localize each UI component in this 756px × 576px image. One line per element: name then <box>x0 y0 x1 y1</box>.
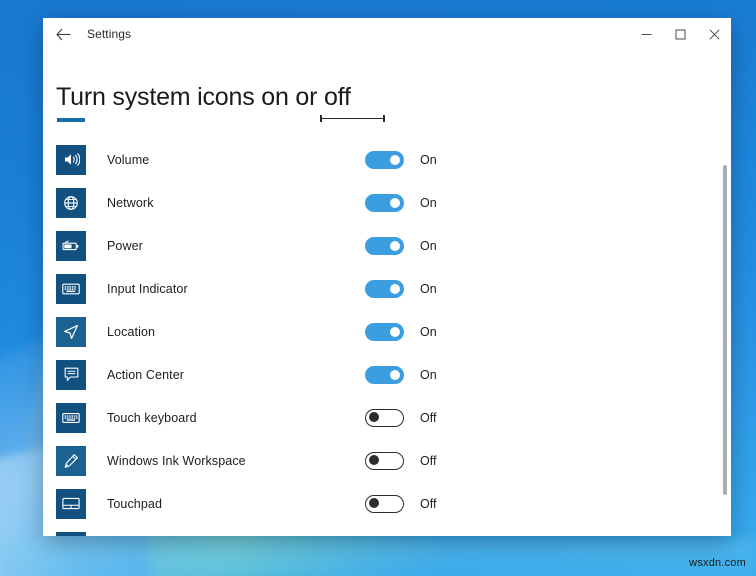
icon-tile <box>56 230 86 261</box>
row-control: On <box>365 236 437 255</box>
touchpad-icon <box>62 497 80 510</box>
scrollbar-thumb[interactable] <box>723 165 727 495</box>
windows-ink-pen-icon <box>63 453 79 469</box>
app-title: Settings <box>87 27 132 41</box>
list-item[interactable]: Touch keyboard Off <box>43 396 731 439</box>
icon-tile <box>56 445 86 476</box>
annotation-underline <box>320 115 385 122</box>
toggle-state-label: On <box>420 238 437 253</box>
toggle-knob <box>390 369 400 380</box>
list-item-label: Touch keyboard <box>107 410 197 425</box>
toggle-knob <box>390 154 400 165</box>
row-control: On <box>365 150 437 169</box>
list-item-label: Action Center <box>107 367 185 382</box>
list-item[interactable]: Input Indicator On <box>43 267 731 310</box>
location-arrow-icon <box>63 324 79 340</box>
power-battery-icon <box>62 239 80 252</box>
list-item-label: Power <box>107 238 143 253</box>
page-title: Turn system icons on or off <box>56 83 351 111</box>
close-button[interactable] <box>697 18 731 50</box>
toggle-state-label: Off <box>420 410 437 425</box>
icon-tile <box>56 316 86 347</box>
list-item[interactable]: Location On <box>43 310 731 353</box>
desktop-background: wsxdn.com Settings Turn system icons on … <box>0 0 756 576</box>
row-control: Off <box>365 451 437 470</box>
volume-icon <box>63 152 80 167</box>
list-item-label: Network <box>107 195 154 210</box>
toggle-switch[interactable] <box>365 322 404 341</box>
toggle-switch[interactable] <box>365 193 404 212</box>
icon-tile <box>56 531 86 536</box>
touch-keyboard-icon <box>62 412 80 424</box>
list-item[interactable]: Power On <box>43 224 731 267</box>
list-item[interactable]: Microphone On <box>43 525 731 536</box>
row-control: Off <box>365 408 437 427</box>
list-item-label: Touchpad <box>107 496 163 511</box>
list-item-label: Location <box>107 324 156 339</box>
toggle-knob <box>369 455 379 466</box>
toggle-switch[interactable] <box>365 279 404 298</box>
maximize-icon <box>675 29 686 40</box>
row-control: Off <box>365 494 437 513</box>
toggle-knob <box>390 240 400 251</box>
toggle-knob <box>390 326 400 337</box>
toggle-state-label: On <box>420 324 437 339</box>
list-item[interactable]: Action Center On <box>43 353 731 396</box>
action-center-icon <box>64 367 79 382</box>
input-indicator-icon <box>62 283 80 295</box>
system-icons-list: Volume On Network On Power On Input Indi… <box>43 138 731 536</box>
list-item-label: Input Indicator <box>107 281 188 296</box>
title-bar: Settings <box>43 18 731 50</box>
icon-tile <box>56 359 86 390</box>
back-arrow-icon <box>55 28 71 41</box>
list-item-label: Volume <box>107 152 150 167</box>
icon-tile <box>56 187 86 218</box>
row-control: On <box>365 322 437 341</box>
icon-tile <box>56 273 86 304</box>
list-item[interactable]: Touchpad Off <box>43 482 731 525</box>
list-item[interactable]: Volume On <box>43 138 731 181</box>
window-controls <box>629 18 731 50</box>
minimize-icon <box>641 29 652 40</box>
toggle-switch[interactable] <box>365 408 404 427</box>
toggle-state-label: On <box>420 281 437 296</box>
toggle-state-label: Off <box>420 496 437 511</box>
maximize-button[interactable] <box>663 18 697 50</box>
toggle-switch[interactable] <box>365 150 404 169</box>
toggle-knob <box>390 197 400 208</box>
icon-tile <box>56 402 86 433</box>
back-button[interactable] <box>43 18 83 50</box>
toggle-state-label: On <box>420 152 437 167</box>
row-control: On <box>365 279 437 298</box>
heading-accent-bar <box>57 118 85 122</box>
toggle-switch[interactable] <box>365 451 404 470</box>
list-item[interactable]: Windows Ink Workspace Off <box>43 439 731 482</box>
settings-window: Settings Turn system icons on or off Vol… <box>43 18 731 536</box>
toggle-knob <box>369 412 379 423</box>
row-control: On <box>365 365 437 384</box>
toggle-state-label: On <box>420 195 437 210</box>
toggle-knob <box>390 283 400 294</box>
row-control: On <box>365 193 437 212</box>
wallpaper-ribbon <box>0 540 756 576</box>
site-watermark: wsxdn.com <box>689 557 746 569</box>
toggle-switch[interactable] <box>365 494 404 513</box>
close-icon <box>708 28 720 40</box>
toggle-state-label: On <box>420 367 437 382</box>
list-item[interactable]: Network On <box>43 181 731 224</box>
toggle-switch[interactable] <box>365 236 404 255</box>
vertical-scrollbar[interactable] <box>723 143 727 532</box>
toggle-switch[interactable] <box>365 365 404 384</box>
icon-tile <box>56 488 86 519</box>
icon-tile <box>56 144 86 175</box>
network-globe-icon <box>63 195 79 211</box>
minimize-button[interactable] <box>629 18 663 50</box>
toggle-state-label: Off <box>420 453 437 468</box>
list-item-label: Windows Ink Workspace <box>107 453 246 468</box>
toggle-knob <box>369 498 379 509</box>
settings-page: Turn system icons on or off Volume On Ne… <box>43 50 731 536</box>
